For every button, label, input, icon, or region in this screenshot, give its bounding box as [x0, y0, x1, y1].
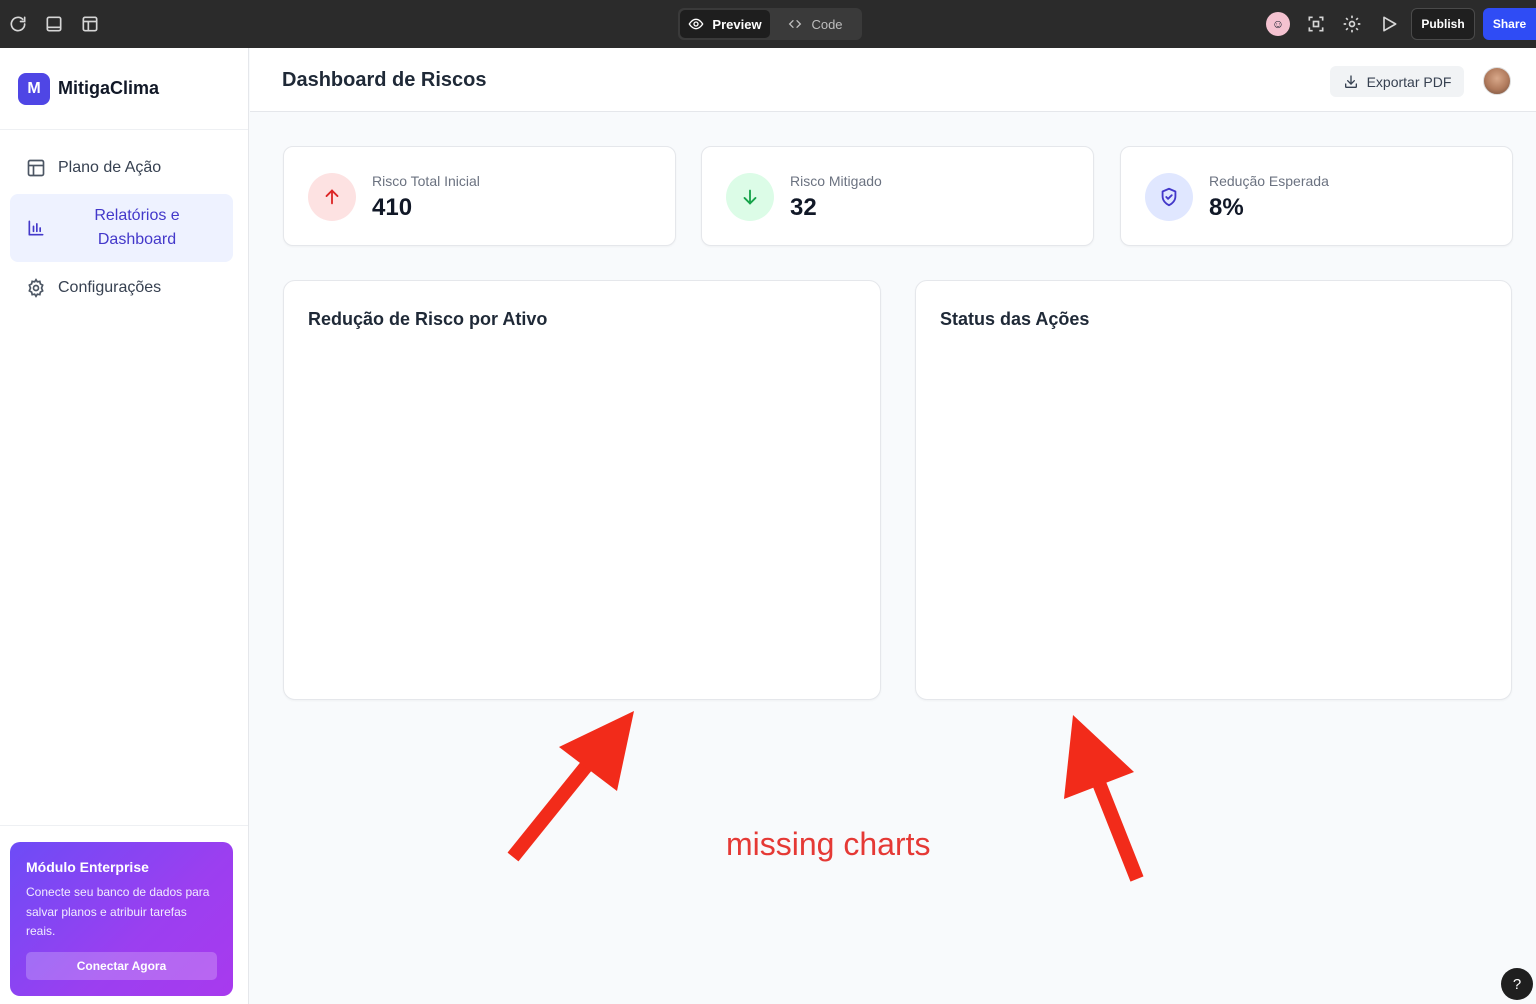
page-title: Dashboard de Riscos	[282, 69, 487, 91]
share-button[interactable]: Share	[1483, 8, 1536, 40]
publish-button[interactable]: Publish	[1411, 8, 1475, 40]
sidebar-item-label: Configurações	[58, 279, 162, 296]
stat-card-reducao-esperada: Redução Esperada 8%	[1120, 146, 1513, 246]
brand-logo[interactable]: M	[18, 73, 50, 105]
scan-icon[interactable]	[1304, 12, 1328, 36]
refresh-icon[interactable]	[6, 12, 30, 36]
arrow-down-icon	[726, 173, 774, 221]
view-mode-toggle: Preview Code	[678, 8, 862, 40]
preview-tab[interactable]: Preview	[680, 10, 770, 38]
stat-label: Risco Mitigado	[790, 173, 882, 189]
sidebar-divider	[0, 825, 248, 826]
layout-panel-icon[interactable]	[78, 12, 102, 36]
sidebar-item-label: Plano de Ação	[58, 159, 162, 176]
sidebar-item-label: Relatórios e Dashboard	[94, 207, 180, 248]
sidebar: M MitigaClima Plano de Ação Relatórios e…	[0, 48, 249, 1004]
help-button[interactable]: ?	[1501, 968, 1533, 1000]
play-icon[interactable]	[1377, 12, 1401, 36]
chart-panel-reducao-por-ativo: Redução de Risco por Ativo	[283, 280, 881, 700]
download-icon	[1344, 74, 1357, 88]
shield-check-icon	[1145, 173, 1193, 221]
connect-now-button[interactable]: Conectar Agora	[26, 952, 217, 980]
preview-label: Preview	[712, 16, 762, 32]
stat-value: 410	[372, 194, 413, 221]
enterprise-promo-card: Módulo Enterprise Conecte seu banco de d…	[10, 842, 233, 996]
stat-value: 32	[790, 194, 817, 221]
stat-label: Risco Total Inicial	[372, 173, 480, 189]
sidebar-item-relatorios[interactable]: Relatórios e Dashboard	[10, 194, 233, 262]
code-label: Code	[811, 16, 843, 32]
brand-name[interactable]: MitigaClima	[58, 78, 159, 99]
page-header: Dashboard de Riscos Exportar PDF	[250, 48, 1536, 112]
arrow-up-icon	[308, 173, 356, 221]
user-avatar[interactable]	[1483, 67, 1511, 95]
brand: M MitigaClima	[0, 48, 248, 130]
stat-value: 8%	[1209, 194, 1244, 221]
gear-icon	[26, 278, 46, 298]
promo-text: Conecte seu banco de dados para salvar p…	[26, 885, 210, 938]
annotation-arrowhead-right	[1064, 715, 1134, 799]
sidebar-item-configuracoes[interactable]: Configurações	[10, 272, 233, 304]
panel-title: Status das Ações	[940, 309, 1090, 329]
annotation-arrow-left	[507, 754, 598, 862]
export-pdf-label: Exportar PDF	[1366, 73, 1452, 90]
annotation-arrowhead-left	[559, 711, 634, 791]
collaborator-avatar[interactable]: ☺	[1266, 12, 1290, 36]
editor-toolbar: Preview Code ☺ Publish Share	[0, 0, 1536, 48]
panel-title: Redução de Risco por Ativo	[308, 309, 548, 329]
bar-chart-icon	[26, 218, 46, 238]
stat-card-risco-total: Risco Total Inicial 410	[283, 146, 676, 246]
settings-gear-icon[interactable]	[1340, 12, 1364, 36]
annotation-arrow-right	[1088, 770, 1144, 882]
code-tab[interactable]: Code	[770, 10, 860, 38]
export-pdf-button[interactable]: Exportar PDF	[1330, 66, 1464, 97]
eye-icon	[688, 18, 704, 30]
promo-title: Módulo Enterprise	[26, 859, 149, 875]
code-icon	[789, 19, 802, 28]
chart-panel-status-acoes: Status das Ações	[915, 280, 1512, 700]
layout-icon	[26, 158, 46, 178]
sidebar-item-plano-de-acao[interactable]: Plano de Ação	[10, 152, 233, 184]
monitor-icon[interactable]	[42, 12, 66, 36]
stat-card-risco-mitigado: Risco Mitigado 32	[701, 146, 1094, 246]
annotation-text: missing charts	[726, 826, 931, 862]
stat-label: Redução Esperada	[1209, 173, 1329, 189]
